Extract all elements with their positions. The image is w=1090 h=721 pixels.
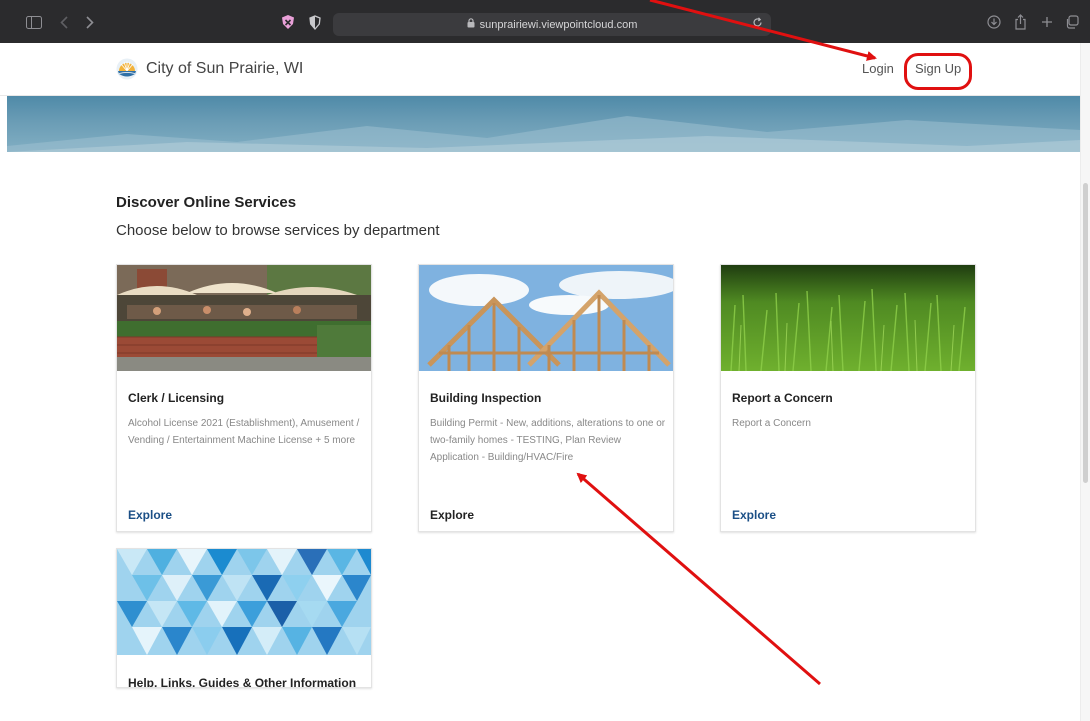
card-title: Clerk / Licensing — [128, 391, 225, 405]
scrollbar-thumb[interactable] — [1083, 183, 1088, 483]
downloads-icon[interactable] — [984, 12, 1004, 32]
card-image-grass — [721, 265, 975, 371]
card-description: Report a Concern — [732, 418, 811, 429]
explore-link[interactable]: Explore — [732, 508, 776, 522]
browser-toolbar: sunprairiewi.viewpointcloud.com — [0, 0, 1090, 43]
explore-link[interactable]: Explore — [430, 508, 474, 522]
forward-icon[interactable] — [80, 12, 100, 32]
card-image-restaurant-patio — [117, 265, 371, 371]
explore-link[interactable]: Explore — [128, 508, 172, 522]
hero-banner — [7, 96, 1080, 152]
page-scrollbar[interactable] — [1080, 43, 1090, 721]
login-link[interactable]: Login — [862, 61, 894, 76]
card-description: Building Permit - New, additions, altera… — [430, 418, 666, 463]
lock-icon — [467, 18, 475, 31]
service-card-building-inspection[interactable]: Building Inspection Building Permit - Ne… — [418, 264, 674, 532]
card-image-blue-triangles — [117, 549, 371, 655]
site-header: City of Sun Prairie, WI Login Sign Up — [0, 43, 1080, 96]
city-logo-icon[interactable] — [116, 58, 138, 80]
mountain-banner-image — [7, 116, 1080, 152]
section-title: Discover Online Services — [116, 194, 297, 211]
service-card-help-links[interactable]: Help, Links, Guides & Other Information — [116, 548, 372, 688]
site-title[interactable]: City of Sun Prairie, WI — [146, 60, 303, 78]
reload-icon[interactable] — [752, 17, 763, 31]
address-bar[interactable]: sunprairiewi.viewpointcloud.com — [333, 13, 771, 36]
card-title: Report a Concern — [732, 391, 833, 405]
card-image-house-frame — [419, 265, 673, 371]
tab-overview-icon[interactable] — [1062, 12, 1082, 32]
section-subtitle: Choose below to browse services by depar… — [116, 222, 440, 239]
back-icon[interactable] — [54, 12, 74, 32]
service-card-clerk-licensing[interactable]: Clerk / Licensing Alcohol License 2021 (… — [116, 264, 372, 532]
content-blocker-icon[interactable] — [305, 12, 325, 32]
card-title: Building Inspection — [430, 391, 542, 405]
sidebar-toggle-icon[interactable] — [24, 12, 44, 32]
share-icon[interactable] — [1010, 12, 1030, 32]
signup-highlight-circle — [904, 53, 972, 90]
card-title: Help, Links, Guides & Other Information — [128, 676, 357, 688]
service-card-report-concern[interactable]: Report a Concern Report a Concern Explor… — [720, 264, 976, 532]
url-text: sunprairiewi.viewpointcloud.com — [479, 18, 638, 31]
privacy-shield-icon[interactable] — [278, 12, 298, 32]
new-tab-icon[interactable] — [1037, 12, 1057, 32]
card-description: Alcohol License 2021 (Establishment), Am… — [128, 418, 360, 446]
